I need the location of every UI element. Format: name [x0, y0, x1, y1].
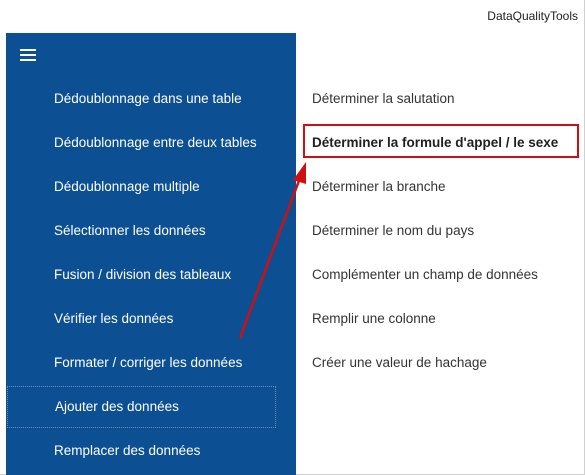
annotation-arrow	[238, 162, 306, 339]
